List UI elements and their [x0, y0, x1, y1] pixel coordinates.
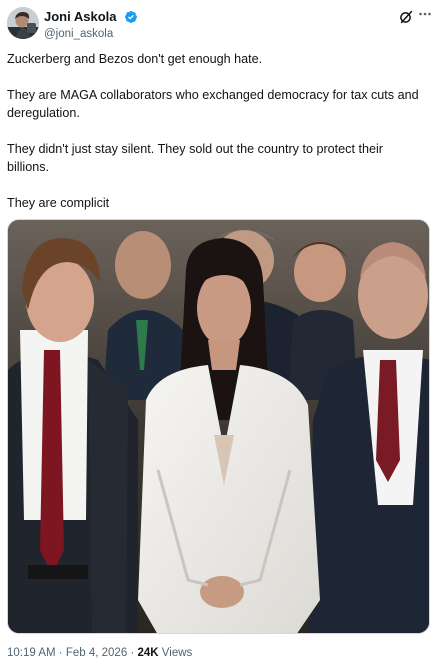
meta-separator: ·	[58, 647, 63, 659]
tweet-card: Joni Askola @joni_askola Zuckerberg and …	[0, 0, 439, 667]
tweet-paragraph: They didn't just stay silent. They sold …	[7, 142, 383, 174]
tweet-text: Zuckerberg and Bezos don't get enough ha…	[7, 50, 427, 230]
author-handle[interactable]: @joni_askola	[44, 27, 138, 42]
tweet-paragraph: They are complicit	[7, 196, 110, 210]
tweet-meta: 10:19 AM · Feb 4, 2026 · 24K Views	[7, 646, 192, 660]
tweet-paragraph: Zuckerberg and Bezos don't get enough ha…	[7, 52, 263, 66]
tweet-paragraph: They are MAGA collaborators who exchange…	[7, 88, 419, 120]
verified-badge-icon	[124, 10, 138, 24]
meta-separator: ·	[130, 647, 135, 659]
views-count: 24K	[137, 647, 159, 659]
more-options-icon[interactable]	[418, 7, 432, 21]
author-avatar[interactable]	[7, 7, 39, 39]
tweet-header: Joni Askola @joni_askola	[7, 6, 432, 42]
tweet-photo[interactable]	[7, 219, 430, 634]
grok-icon[interactable]	[399, 10, 413, 24]
tweet-date[interactable]: Feb 4, 2026	[66, 647, 127, 659]
author-display-name[interactable]: Joni Askola	[44, 9, 116, 25]
tweet-time[interactable]: 10:19 AM	[7, 647, 56, 659]
views-label: Views	[161, 647, 193, 659]
author-name-block: Joni Askola @joni_askola	[44, 8, 138, 42]
photo-image	[8, 220, 429, 633]
avatar-image	[7, 7, 39, 39]
